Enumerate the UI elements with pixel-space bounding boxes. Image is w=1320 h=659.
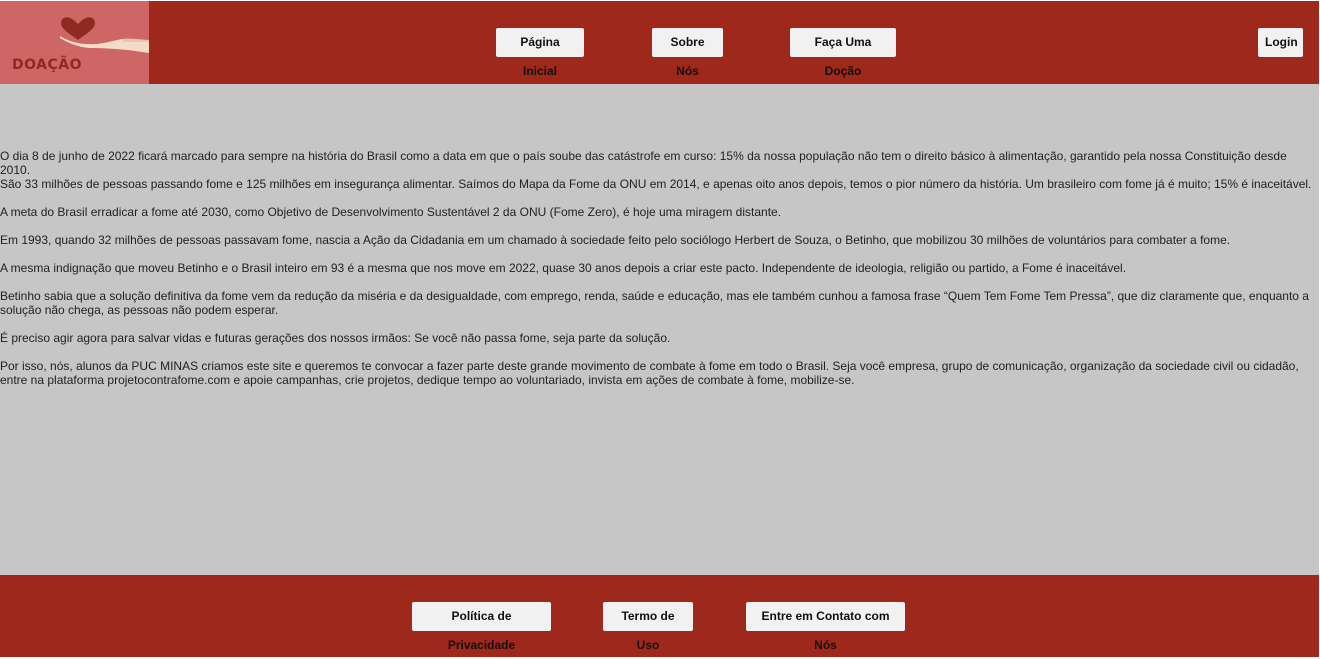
main-content: O dia 8 de junho de 2022 ficará marcado …: [0, 84, 1319, 575]
contact-us-button[interactable]: Entre em Contato com Nós: [746, 602, 905, 652]
nav-pagina-inicial-button[interactable]: Página Inicial: [496, 28, 584, 78]
nav-sobre-nos-button[interactable]: Sobre Nós: [652, 28, 723, 78]
paragraph: São 33 milhões de pessoas passando fome …: [0, 177, 1312, 191]
logo-text: DOAÇÃO: [12, 57, 82, 73]
terms-of-use-button[interactable]: Termo de Uso: [603, 602, 693, 652]
site-footer: Política de Privacidade Termo de Uso Ent…: [0, 575, 1319, 657]
paragraph: Betinho sabia que a solução definitiva d…: [0, 289, 1309, 317]
paragraph: Em 1993, quando 32 milhões de pessoas pa…: [0, 233, 1231, 247]
paragraph: Por isso, nós, alunos da PUC MINAS criam…: [0, 359, 1299, 387]
privacy-policy-button[interactable]: Política de Privacidade: [412, 602, 551, 652]
paragraph: A meta do Brasil erradicar a fome até 20…: [0, 205, 782, 219]
page: DOAÇÃO Página Inicial Sobre Nós Faça Uma…: [0, 0, 1320, 659]
paragraph: A mesma indignação que moveu Betinho e o…: [0, 261, 1127, 275]
login-button[interactable]: Login: [1258, 28, 1303, 57]
logo[interactable]: DOAÇÃO: [0, 1, 149, 84]
paragraph: O dia 8 de junho de 2022 ficará marcado …: [0, 149, 1287, 177]
site-header: DOAÇÃO Página Inicial Sobre Nós Faça Uma…: [0, 1, 1319, 84]
nav-faca-uma-doacao-button[interactable]: Faça Uma Doção: [790, 28, 896, 78]
paragraph: É preciso agir agora para salvar vidas e…: [0, 331, 671, 345]
